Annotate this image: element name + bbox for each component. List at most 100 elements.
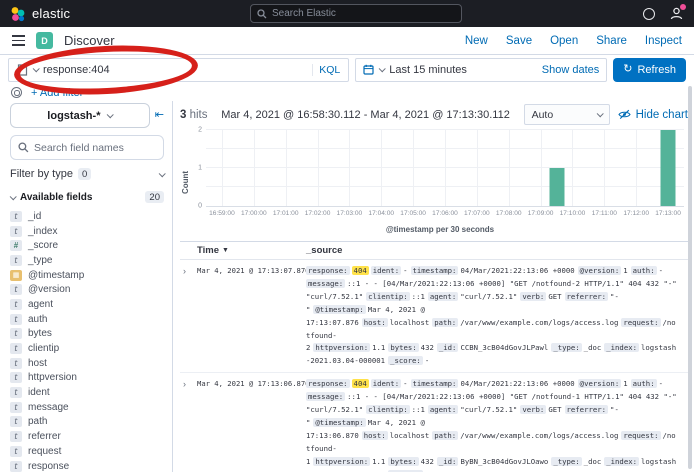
vertical-scrollbar[interactable] bbox=[688, 86, 692, 469]
show-dates-button[interactable]: Show dates bbox=[542, 64, 599, 76]
field-item-ident[interactable]: tident bbox=[10, 385, 164, 400]
expand-row-icon[interactable]: › bbox=[180, 378, 197, 472]
source-value: CCBN_3cB04dGovJLPawl bbox=[460, 343, 548, 352]
field-search-placeholder: Search field names bbox=[34, 142, 124, 154]
field-search-input[interactable]: Search field names bbox=[10, 135, 164, 160]
nav-actions: New Save Open Share Inspect bbox=[465, 35, 682, 47]
field-name: _id bbox=[28, 211, 41, 222]
query-language-button[interactable]: KQL bbox=[312, 64, 340, 76]
source-field-badge: host: bbox=[362, 318, 388, 327]
search-icon bbox=[257, 9, 267, 19]
source-value: /var/www/example.com/logs/access.log bbox=[460, 318, 618, 327]
x-tick-label: 16:59:00 bbox=[209, 210, 235, 217]
avatar[interactable] bbox=[669, 6, 684, 21]
histogram-bar[interactable] bbox=[661, 130, 676, 206]
field-item-_id[interactable]: t _id bbox=[10, 209, 164, 224]
field-name: clientip bbox=[28, 343, 59, 354]
field-item-path[interactable]: tpath bbox=[10, 415, 164, 430]
deployment-icon[interactable] bbox=[643, 8, 655, 20]
field-item-auth[interactable]: tauth bbox=[10, 312, 164, 327]
refresh-button[interactable]: ↻ Refresh bbox=[613, 58, 686, 82]
field-item-httpversion[interactable]: thttpversion bbox=[10, 371, 164, 386]
calendar-icon[interactable] bbox=[363, 64, 374, 75]
source-value: 1.1 bbox=[372, 457, 385, 466]
source-field-badge: bytes: bbox=[388, 343, 418, 352]
query-input[interactable]: response:404 KQL bbox=[8, 58, 349, 82]
source-field-badge: agent: bbox=[428, 405, 458, 414]
menu-icon[interactable] bbox=[12, 35, 25, 45]
highlighted-value: 404 bbox=[352, 266, 369, 275]
source-value: 1.1 bbox=[372, 343, 385, 352]
text-field-icon: t bbox=[10, 299, 22, 310]
filter-by-type[interactable]: Filter by type 0 bbox=[10, 168, 164, 180]
datepicker-chevron-icon[interactable] bbox=[379, 65, 386, 72]
eye-slash-icon bbox=[618, 109, 631, 120]
text-field-icon: t bbox=[10, 211, 22, 222]
nav-action-new[interactable]: New bbox=[465, 35, 488, 47]
text-field-icon: t bbox=[10, 387, 22, 398]
field-name: _type bbox=[28, 255, 52, 266]
time-range-label[interactable]: Last 15 minutes bbox=[389, 64, 537, 76]
source-field-badge: httpversion: bbox=[313, 457, 370, 466]
saved-queries-icon[interactable] bbox=[11, 87, 22, 98]
field-name: path bbox=[28, 416, 47, 427]
interval-select[interactable]: Auto bbox=[524, 104, 610, 125]
collapse-sidebar-icon[interactable]: ⇤ bbox=[155, 110, 164, 121]
source-field-badge: bytes: bbox=[388, 457, 418, 466]
x-tick-label: 17:10:00 bbox=[560, 210, 586, 217]
field-item-@version[interactable]: t@version bbox=[10, 282, 164, 297]
global-search-input[interactable]: Search Elastic bbox=[250, 4, 462, 23]
source-field-badge: httpversion: bbox=[313, 343, 370, 352]
chart-plot-area[interactable]: 012 bbox=[206, 130, 684, 207]
refresh-icon: ↻ bbox=[623, 64, 632, 75]
filter-type-count-badge: 0 bbox=[78, 168, 91, 180]
hide-chart-button[interactable]: Hide chart bbox=[618, 109, 688, 121]
source-field-badge: verb: bbox=[520, 292, 546, 301]
x-tick-label: 17:08:00 bbox=[496, 210, 522, 217]
available-fields-chevron-icon bbox=[10, 193, 17, 200]
field-item-@timestamp[interactable]: ▦@timestamp bbox=[10, 268, 164, 283]
available-fields-header[interactable]: Available fields 20 bbox=[10, 191, 164, 203]
source-value: 1 bbox=[623, 266, 627, 275]
field-item-clientip[interactable]: tclientip bbox=[10, 341, 164, 356]
source-value: - bbox=[659, 266, 663, 275]
field-item-_type[interactable]: t_type bbox=[10, 253, 164, 268]
field-item-_score[interactable]: #_score bbox=[10, 238, 164, 253]
datepicker[interactable]: Last 15 minutes Show dates bbox=[355, 58, 607, 82]
saved-query-icon[interactable] bbox=[17, 64, 28, 76]
expand-row-icon[interactable]: › bbox=[180, 265, 197, 368]
text-field-icon: t bbox=[10, 284, 22, 295]
source-value: - bbox=[403, 266, 407, 275]
source-value: - bbox=[403, 379, 407, 388]
text-field-icon: t bbox=[10, 416, 22, 427]
text-field-icon: t bbox=[10, 431, 22, 442]
query-text[interactable]: response:404 bbox=[43, 64, 307, 76]
source-field-badge: _index: bbox=[604, 457, 639, 466]
nav-action-open[interactable]: Open bbox=[550, 35, 578, 47]
source-value: - bbox=[659, 379, 663, 388]
source-value: ByBN_3cB04dGovJLOawo bbox=[460, 457, 548, 466]
histogram-chart[interactable]: Count 012 16:59:0017:00:0017:01:0017:02:… bbox=[180, 130, 688, 234]
field-item-bytes[interactable]: tbytes bbox=[10, 327, 164, 342]
field-item-_index[interactable]: t_index bbox=[10, 224, 164, 239]
nav-action-save[interactable]: Save bbox=[506, 35, 532, 47]
field-item-agent[interactable]: tagent bbox=[10, 297, 164, 312]
field-item-message[interactable]: tmessage bbox=[10, 400, 164, 415]
saved-query-chevron-icon[interactable] bbox=[33, 65, 40, 72]
nav-action-inspect[interactable]: Inspect bbox=[645, 35, 682, 47]
x-tick-label: 17:00:00 bbox=[241, 210, 267, 217]
field-item-response[interactable]: tresponse bbox=[10, 459, 164, 472]
source-field-badge: path: bbox=[432, 318, 458, 327]
source-field-badge: host: bbox=[362, 431, 388, 440]
x-tick-label: 17:05:00 bbox=[400, 210, 426, 217]
field-item-referrer[interactable]: treferrer bbox=[10, 429, 164, 444]
x-axis-title: @timestamp per 30 seconds bbox=[192, 225, 688, 234]
index-pattern-select[interactable]: logstash-* bbox=[10, 103, 150, 128]
field-item-request[interactable]: trequest bbox=[10, 444, 164, 459]
add-filter-button[interactable]: + Add filter bbox=[31, 87, 83, 99]
field-item-host[interactable]: thost bbox=[10, 356, 164, 371]
x-axis-ticks: 16:59:0017:00:0017:01:0017:02:0017:03:00… bbox=[206, 210, 684, 221]
time-column-header[interactable]: Time▼ bbox=[180, 245, 306, 256]
nav-action-share[interactable]: Share bbox=[596, 35, 627, 47]
histogram-bar[interactable] bbox=[549, 168, 564, 206]
